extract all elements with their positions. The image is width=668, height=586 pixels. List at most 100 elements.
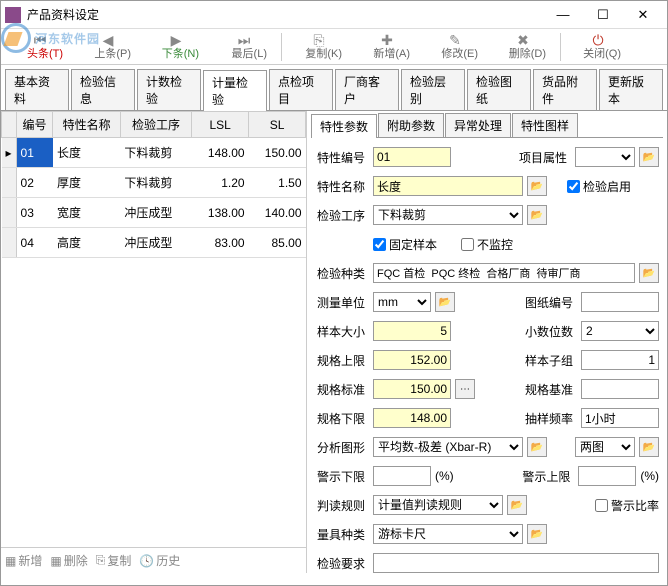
grid-toolbar: ▦新增 ▦删除 ⎘复制 🕓历史 xyxy=(1,547,306,573)
grid-copy-button[interactable]: ⎘复制 xyxy=(96,552,132,569)
edit-button[interactable]: ✎修改(E) xyxy=(422,31,488,63)
std-more-icon[interactable]: ⋯ xyxy=(455,379,475,399)
feat-name-browse-icon[interactable]: 📂 xyxy=(527,176,547,196)
warn-lo-label: 警示下限 xyxy=(315,468,369,485)
rule-select[interactable]: 计量值判读规则 xyxy=(373,495,503,515)
proc-select[interactable]: 下料裁剪 xyxy=(373,205,523,225)
unit-select[interactable]: mm xyxy=(373,292,431,312)
unit-browse-icon[interactable]: 📂 xyxy=(435,292,455,312)
grid-history-button[interactable]: 🕓历史 xyxy=(139,552,180,569)
next-button[interactable]: ▶下条(N) xyxy=(143,31,209,63)
toolbar: ⏮头条(T) ◀上条(P) ▶下条(N) ⏭最后(L) ⎘复制(K) ✚新增(A… xyxy=(1,29,667,65)
delete-button[interactable]: ✖删除(D) xyxy=(490,31,556,63)
col-header[interactable]: 检验工序 xyxy=(120,112,191,138)
tab-0[interactable]: 基本资料 xyxy=(5,69,69,110)
close-button[interactable]: ✕ xyxy=(623,3,663,27)
table-row[interactable]: 03宽度冲压成型138.00140.00 xyxy=(2,198,306,228)
chart-browse-icon[interactable]: 📂 xyxy=(527,437,547,457)
chart2-select[interactable]: 两图 xyxy=(575,437,635,457)
gauge-browse-icon[interactable]: 📂 xyxy=(527,524,547,544)
tab-5[interactable]: 厂商客户 xyxy=(335,69,399,110)
grid-delete-button[interactable]: ▦删除 xyxy=(50,552,87,569)
rtab-1[interactable]: 附助参数 xyxy=(378,113,444,137)
nomon-checkbox[interactable]: 不监控 xyxy=(461,236,513,253)
col-header[interactable]: 特性名称 xyxy=(53,112,120,138)
tab-6[interactable]: 检验层别 xyxy=(401,69,465,110)
kind-label: 检验种类 xyxy=(315,265,369,282)
subgroup-label: 样本子组 xyxy=(523,352,577,369)
usl-input[interactable] xyxy=(373,350,451,370)
first-button[interactable]: ⏮头条(T) xyxy=(7,31,73,63)
grid-add-button[interactable]: ▦新增 xyxy=(5,552,42,569)
warn-lo-input[interactable] xyxy=(373,466,431,486)
gauge-select[interactable]: 游标卡尺 xyxy=(373,524,523,544)
gauge-label: 量具种类 xyxy=(315,526,369,543)
col-header[interactable]: LSL xyxy=(192,112,249,138)
warn-hi-input[interactable] xyxy=(578,466,636,486)
tab-2[interactable]: 计数检验 xyxy=(137,69,201,110)
lsl-label: 规格下限 xyxy=(315,410,369,427)
chart-label: 分析图形 xyxy=(315,439,369,456)
main-tabs: 基本资料检验信息计数检验计量检验点检项目厂商客户检验层别检验图纸货品附件更新版本 xyxy=(1,65,667,111)
table-row[interactable]: ▸01长度下料裁剪148.00150.00 xyxy=(2,138,306,168)
tab-1[interactable]: 检验信息 xyxy=(71,69,135,110)
col-header[interactable]: 编号 xyxy=(16,112,53,138)
proj-attr-browse-icon[interactable]: 📂 xyxy=(639,147,659,167)
lsl-input[interactable] xyxy=(373,408,451,428)
feat-no-label: 特性编号 xyxy=(315,149,369,166)
maximize-button[interactable]: ☐ xyxy=(583,3,623,27)
dec-select[interactable]: 2 xyxy=(581,321,659,341)
feat-name-input[interactable] xyxy=(373,176,523,196)
sample-input[interactable] xyxy=(373,321,451,341)
tab-7[interactable]: 检验图纸 xyxy=(467,69,531,110)
proc-label: 检验工序 xyxy=(315,207,369,224)
rtab-0[interactable]: 特性参数 xyxy=(311,114,377,138)
close-window-button[interactable]: ⏻关闭(Q) xyxy=(565,31,631,63)
proj-attr-select[interactable] xyxy=(575,147,635,167)
std-input[interactable] xyxy=(373,379,451,399)
col-header[interactable]: SL xyxy=(249,112,306,138)
draw-input[interactable] xyxy=(581,292,659,312)
rule-label: 判读规则 xyxy=(315,497,369,514)
tab-8[interactable]: 货品附件 xyxy=(533,69,597,110)
req-label: 检验要求 xyxy=(315,555,369,572)
data-grid[interactable]: 编号特性名称检验工序LSLSL ▸01长度下料裁剪148.00150.0002厚… xyxy=(1,111,306,547)
chart2-browse-icon[interactable]: 📂 xyxy=(639,437,659,457)
minimize-button[interactable]: — xyxy=(543,3,583,27)
rule-browse-icon[interactable]: 📂 xyxy=(507,495,527,515)
table-row[interactable]: 04高度冲压成型83.0085.00 xyxy=(2,228,306,258)
right-tabs: 特性参数附助参数异常处理特性图样 xyxy=(311,113,663,138)
warn-hi-label: 警示上限 xyxy=(520,468,574,485)
prev-button[interactable]: ◀上条(P) xyxy=(75,31,141,63)
table-row[interactable]: 02厚度下料裁剪1.201.50 xyxy=(2,168,306,198)
feat-name-label: 特性名称 xyxy=(315,178,369,195)
std-label: 规格标准 xyxy=(315,381,369,398)
feat-no-input[interactable] xyxy=(373,147,451,167)
freq-input[interactable] xyxy=(581,408,659,428)
sample-label: 样本大小 xyxy=(315,323,369,340)
subgroup-input[interactable] xyxy=(581,350,659,370)
titlebar: 产品资料设定 — ☐ ✕ xyxy=(1,1,667,29)
tab-3[interactable]: 计量检验 xyxy=(203,70,267,111)
enable-checkbox[interactable]: 检验启用 xyxy=(567,178,631,195)
tab-4[interactable]: 点检项目 xyxy=(269,69,333,110)
pct-label-2: (%) xyxy=(640,469,659,483)
req-input[interactable] xyxy=(373,553,659,573)
chart-select[interactable]: 平均数-极差 (Xbar-R) xyxy=(373,437,523,457)
freq-label: 抽样频率 xyxy=(523,410,577,427)
base-input[interactable] xyxy=(581,379,659,399)
tab-9[interactable]: 更新版本 xyxy=(599,69,663,110)
kind-browse-icon[interactable]: 📂 xyxy=(639,263,659,283)
proc-browse-icon[interactable]: 📂 xyxy=(527,205,547,225)
warn-rate-checkbox[interactable]: 警示比率 xyxy=(595,497,659,514)
rtab-2[interactable]: 异常处理 xyxy=(445,113,511,137)
kind-input[interactable] xyxy=(373,263,635,283)
app-icon xyxy=(5,7,21,23)
add-button[interactable]: ✚新增(A) xyxy=(354,31,420,63)
rtab-3[interactable]: 特性图样 xyxy=(512,113,578,137)
window-title: 产品资料设定 xyxy=(27,6,543,23)
copy-button[interactable]: ⎘复制(K) xyxy=(286,31,352,63)
last-button[interactable]: ⏭最后(L) xyxy=(211,31,277,63)
usl-label: 规格上限 xyxy=(315,352,369,369)
fixed-checkbox[interactable]: 固定样本 xyxy=(373,236,437,253)
